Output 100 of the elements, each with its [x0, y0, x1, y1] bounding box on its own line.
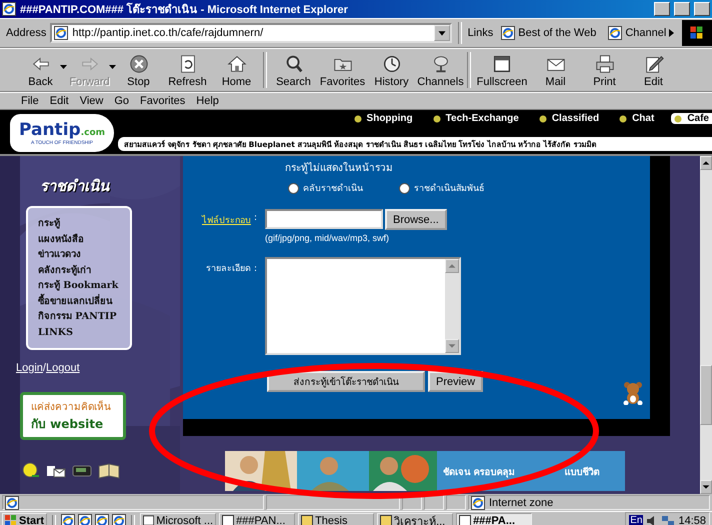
window-icon	[143, 515, 154, 525]
separator-text: :	[254, 212, 257, 224]
links-label: Links	[468, 27, 494, 39]
file-label: ไฟล์ประกอบ	[202, 214, 251, 226]
radio-button[interactable]	[288, 182, 299, 194]
nav-link[interactable]: LINKS	[38, 324, 130, 340]
address-field[interactable]: http://pantip.inet.co.th/cafe/rajdumnern/	[50, 23, 452, 43]
nav-link[interactable]: ซื้อขายแลกเปลี่ยน	[38, 294, 130, 309]
taskbar-button[interactable]: ###PA...	[456, 512, 532, 525]
ie-icon	[608, 26, 622, 40]
link-button[interactable]: Best of the Web	[497, 26, 600, 40]
toolbar-button[interactable]: Stop	[114, 49, 163, 91]
radio-option[interactable]: คลับราชดำเนิน	[288, 181, 363, 195]
radio-option[interactable]: ราชดำเนินสัมพันธ์	[399, 181, 484, 195]
browser-icon	[61, 514, 76, 525]
zone-text: Internet zone	[489, 496, 554, 508]
toolbar-button[interactable]: Refresh	[163, 49, 212, 91]
bullet-icon	[354, 114, 362, 122]
nav-link[interactable]: กิจกรรม PANTIP	[38, 309, 130, 324]
toolbar-button[interactable]: Edit	[629, 49, 678, 91]
menu-item[interactable]: View	[74, 95, 108, 107]
section-link[interactable]: Classified	[536, 113, 602, 124]
submit-button[interactable]: ส่งกระทู้เข้าโต๊ะราชดำเนิน	[267, 371, 425, 392]
ad-banner[interactable]: ชัดเจน ครอบคลุม แบบชีวิต	[225, 451, 625, 491]
browser-icon	[2, 2, 16, 16]
taskbar-button[interactable]: ###PAN...	[219, 512, 296, 525]
form-note: กระทู้ไม่แสดงในหน้ารวม	[285, 161, 394, 175]
start-button[interactable]: Start	[2, 512, 48, 525]
toolbar-button[interactable]: Search	[269, 49, 318, 91]
status-pane	[424, 495, 444, 510]
ad-text: ชัดเจน ครอบคลุม	[443, 466, 514, 478]
toolbar-button[interactable]: Back	[16, 49, 65, 91]
login-link[interactable]: Login	[16, 362, 43, 374]
window-title: ###PANTIP.COM### โต๊ะราชดำเนิน - Microsoft Internet Explorer	[20, 2, 349, 18]
window-icon	[380, 515, 392, 525]
smiley-icon[interactable]	[22, 462, 40, 480]
maximize-button[interactable]	[674, 2, 690, 16]
nav-link[interactable]: แผงหนังสือ	[38, 232, 130, 247]
section-link[interactable]: Cafe	[671, 113, 712, 124]
nav-link[interactable]: กระทู้	[38, 216, 130, 232]
language-indicator[interactable]: En	[629, 515, 644, 525]
toolbar-button[interactable]: Fullscreen	[473, 49, 531, 91]
window-icon	[459, 515, 472, 525]
menu-item[interactable]: Edit	[44, 95, 74, 107]
feedback-banner[interactable]: แค่ส่งความคิดเห็น กับ website	[20, 392, 126, 440]
caret-icon[interactable]	[60, 65, 67, 69]
scroll-down-icon[interactable]	[700, 480, 712, 494]
close-button[interactable]	[694, 2, 710, 16]
taskbar-button[interactable]: Microsoft ...	[140, 512, 216, 525]
section-link[interactable]: Tech-Exchange	[430, 113, 522, 124]
taskbar-button[interactable]: Thesis	[298, 512, 374, 525]
status-pane	[446, 495, 466, 510]
toolbar-button[interactable]: Favorites	[318, 49, 367, 91]
toolbar-button[interactable]: Home	[212, 49, 261, 91]
separator-text: /	[42, 362, 46, 374]
toolbar-button[interactable]: Channels	[416, 49, 465, 91]
book-icon[interactable]	[98, 462, 120, 480]
printer-icon	[594, 52, 616, 74]
feedback-text: กับ website	[31, 416, 104, 433]
chevron-icon	[669, 29, 674, 37]
bullet-icon	[432, 114, 441, 122]
page-icon	[54, 26, 68, 40]
scrollbar-thumb[interactable]	[700, 365, 712, 425]
menu-item[interactable]: Favorites	[135, 95, 190, 107]
clock-text: 14:58	[678, 514, 706, 525]
teddy-bear-icon	[622, 381, 644, 405]
toolbar-button[interactable]: History	[367, 49, 416, 91]
bullet-icon	[674, 114, 682, 122]
link-button[interactable]: Channel	[604, 26, 678, 40]
file-hint: (gif/jpg/png, mid/wav/mp3, swf)	[265, 233, 390, 243]
browse-button[interactable]: Browse...	[385, 209, 447, 230]
windows-logo-icon	[5, 515, 17, 525]
sidebar-title: ราชดำเนิน	[40, 176, 109, 197]
status-pane	[402, 495, 422, 510]
windows-logo-icon	[682, 20, 712, 46]
window-icon	[301, 515, 314, 525]
ad-text: แบบชีวิต	[564, 466, 600, 478]
section-link[interactable]: Chat	[616, 113, 658, 124]
nav-link[interactable]: ข่าวแวดวง	[38, 247, 130, 262]
bullet-icon	[619, 114, 628, 122]
menu-item[interactable]: Go	[109, 95, 134, 107]
logout-link[interactable]: Logout	[46, 362, 80, 374]
menu-item[interactable]: File	[16, 95, 44, 107]
section-link[interactable]: Shopping	[350, 113, 416, 124]
toolbar-button[interactable]: Print	[580, 49, 629, 91]
file-field[interactable]	[265, 209, 383, 229]
taskbar-button[interactable]: วิเคราะห์...	[377, 512, 454, 525]
bullet-icon	[538, 114, 547, 122]
scroll-up-icon[interactable]	[700, 156, 712, 170]
window-icon	[222, 515, 234, 525]
menu-item[interactable]: Help	[191, 95, 224, 107]
toolbar-button[interactable]: Mail	[531, 49, 580, 91]
address-label: Address	[6, 27, 46, 39]
ie-icon	[501, 26, 516, 40]
network-icon[interactable]	[661, 514, 676, 525]
feedback-text: แค่ส่งความคิดเห็น	[31, 399, 112, 414]
radio-button[interactable]	[399, 182, 410, 194]
nav-link[interactable]: กระทู้ Bookmark	[38, 278, 130, 294]
minimize-button[interactable]	[654, 2, 670, 16]
nav-link[interactable]: คลังกระทู้เก่า	[38, 262, 130, 278]
